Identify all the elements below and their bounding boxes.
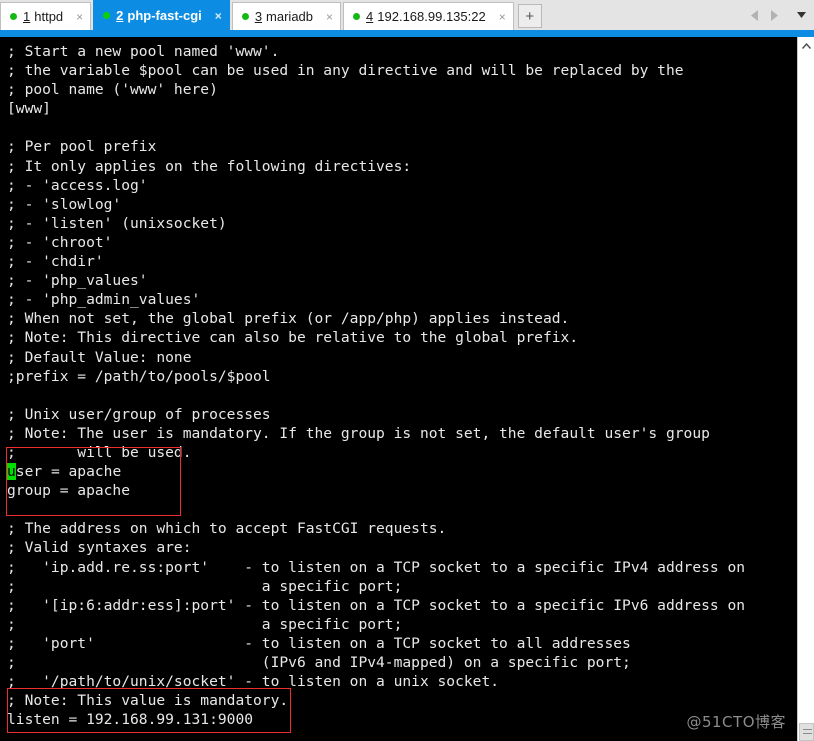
terminal-line: ; Default Value: none — [7, 348, 192, 366]
terminal-line: ; Note: This directive can also be relat… — [7, 329, 579, 347]
terminal-line: ; a specific port; — [7, 577, 403, 595]
triangle-right-icon[interactable] — [766, 8, 780, 22]
terminal-line: ; It only applies on the following direc… — [7, 157, 412, 175]
terminal-output-area[interactable]: ; Start a new pool named 'www'. ; the var… — [0, 37, 797, 741]
tab-httpd[interactable]: 1 httpd × — [0, 2, 92, 30]
terminal-line: user = apache — [7, 463, 122, 481]
terminal-line: ; Start a new pool named 'www'. — [7, 43, 280, 60]
terminal-line: ; Valid syntaxes are: — [7, 539, 192, 557]
tab-php-fast-cgi[interactable]: 2 php-fast-cgi × — [93, 0, 230, 30]
terminal-line: ; '[ip:6:addr:ess]:port' - to listen on … — [7, 596, 746, 614]
scrollbar-thumb[interactable] — [799, 723, 814, 741]
terminal-line: ; 'ip.add.re.ss:port' - to listen on a T… — [7, 558, 746, 576]
terminal-line: ;prefix = /path/to/pools/$pool — [7, 367, 271, 385]
tab-list: 1 httpd × 2 php-fast-cgi × 3 mariadb × 4… — [0, 0, 542, 30]
terminal-line: ; - 'php_values' — [7, 272, 148, 290]
caret-up-icon[interactable] — [798, 37, 814, 55]
tab-label: 192.168.99.135:22 — [377, 9, 486, 24]
terminal-line: ; - 'access.log' — [7, 176, 148, 194]
terminal-line: ; - 'slowlog' — [7, 195, 122, 213]
terminal-line: ; - 'chroot' — [7, 233, 113, 251]
terminal-line: ; - 'listen' (unixsocket) — [7, 214, 227, 232]
terminal-line: ; pool name ('www' here) — [7, 81, 218, 99]
tab-number: 4 — [366, 9, 374, 24]
close-icon[interactable]: × — [496, 11, 509, 23]
status-dot-icon — [10, 13, 17, 20]
terminal-window: 1 httpd × 2 php-fast-cgi × 3 mariadb × 4… — [0, 0, 814, 741]
tab-bar-controls — [748, 0, 814, 30]
terminal-cursor: u — [7, 463, 16, 481]
terminal-line: ; a specific port; — [7, 615, 403, 633]
close-icon[interactable]: × — [212, 10, 225, 22]
new-tab-button[interactable]: + — [517, 4, 542, 28]
status-dot-icon — [241, 13, 249, 20]
tab-number: 3 — [254, 9, 263, 24]
terminal-line: ; will be used. — [7, 443, 192, 461]
terminal-line: [www] — [7, 100, 51, 118]
terminal-line: ; Note: The user is mandatory. If the gr… — [7, 424, 710, 442]
terminal-line: group = apache — [7, 482, 131, 500]
tab-number: 1 — [23, 9, 31, 24]
terminal-text: ; Start a new pool named 'www'. ; the var… — [7, 42, 745, 729]
status-dot-icon — [103, 12, 111, 19]
tab-bar: 1 httpd × 2 php-fast-cgi × 3 mariadb × 4… — [0, 0, 814, 30]
terminal-line: ; Note: This value is mandatory. — [7, 692, 289, 710]
chevron-down-icon[interactable] — [794, 8, 808, 22]
terminal-line: ; - 'chdir' — [7, 253, 104, 271]
tab-label: httpd — [34, 9, 64, 24]
terminal-line: ; Per pool prefix — [7, 138, 157, 156]
tab-label: php-fast-cgi — [127, 8, 202, 23]
terminal-line: ; 'port' - to listen on a TCP socket to … — [7, 634, 631, 652]
terminal-line: ; The address on which to accept FastCGI… — [7, 520, 447, 538]
tab-label: mariadb — [266, 9, 314, 24]
vertical-scrollbar[interactable] — [797, 37, 814, 741]
terminal-line: ; the variable $pool can be used in any … — [7, 62, 684, 80]
close-icon[interactable]: × — [73, 11, 86, 23]
scrollbar-track[interactable] — [798, 54, 814, 741]
terminal-line: ; - 'php_admin_values' — [7, 291, 201, 309]
terminal-line: ; Unix user/group of processes — [7, 405, 271, 423]
terminal-line: ; (IPv6 and IPv4-mapped) on a specific p… — [7, 654, 631, 671]
close-icon[interactable]: × — [323, 11, 336, 23]
watermark: @51CTO博客 — [686, 713, 786, 731]
terminal-line: ; '/path/to/unix/socket' - to listen on … — [7, 673, 500, 691]
terminal-line: ; When not set, the global prefix (or /a… — [7, 310, 570, 328]
tab-number: 2 — [116, 8, 124, 23]
tab-ssh-session[interactable]: 4 192.168.99.135:22 × — [343, 2, 514, 30]
triangle-left-icon[interactable] — [748, 8, 762, 22]
terminal-line: listen = 192.168.99.131:9000 — [7, 711, 254, 729]
tab-bar-accent-strip — [0, 30, 814, 37]
tab-mariadb[interactable]: 3 mariadb × — [231, 2, 342, 30]
status-dot-icon — [353, 13, 361, 20]
